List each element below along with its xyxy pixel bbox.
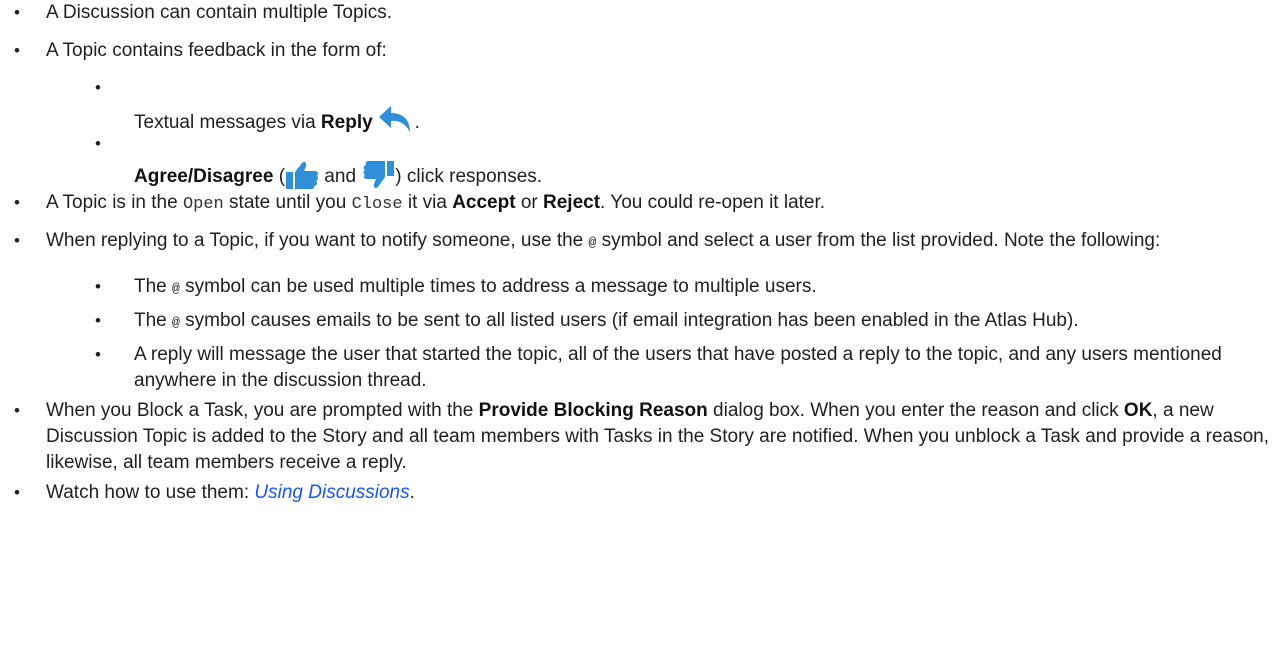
list-item: • A Topic is in the Open state until you… <box>0 190 1285 218</box>
ok-label: OK <box>1123 400 1153 421</box>
sub-item-text: The <box>134 276 173 297</box>
sub-list-item: • The @ symbol can be used multiple time… <box>46 274 1277 302</box>
item-text: dialog box. When you enter the reason an… <box>707 400 1124 421</box>
item-text: symbol and select a user from the list p… <box>596 230 1161 251</box>
close-code: Close <box>351 195 403 214</box>
item-text: A Topic is in the <box>46 192 183 213</box>
agree-label: Agree <box>134 166 188 187</box>
list-item: • Watch how to use them: Using Discussio… <box>0 480 1285 506</box>
sub-list-item: • A reply will message the user that sta… <box>46 342 1277 394</box>
sub-item-text: . <box>414 112 420 133</box>
item-text: or <box>515 192 544 213</box>
sub-list: • Textual messages via Reply. • Agree/Di… <box>46 78 1277 190</box>
bullet: • <box>95 134 101 153</box>
bullet: • <box>95 311 101 330</box>
document-body: • A Discussion can contain multiple Topi… <box>0 0 1285 666</box>
sub-item-content: Agree/Disagree ( and ) click responses. <box>134 160 542 190</box>
sub-item-text: A reply will message the user that start… <box>134 344 1222 391</box>
bullet-list: • A Discussion can contain multiple Topi… <box>0 0 1285 506</box>
sub-item-text: symbol can be used multiple times to add… <box>179 276 817 297</box>
bullet: • <box>95 277 101 296</box>
sub-list-item: • The @ symbol causes emails to be sent … <box>46 308 1277 336</box>
bullet: • <box>14 41 20 60</box>
bullet: • <box>14 401 20 420</box>
item-text: . <box>409 482 415 503</box>
disagree-label: Disagree <box>193 166 274 187</box>
list-item: • When you Block a Task, you are prompte… <box>0 398 1285 476</box>
list-item: • A Topic contains feedback in the form … <box>0 38 1285 190</box>
at-symbol: @ <box>172 281 180 296</box>
open-state-code: Open <box>182 195 224 214</box>
sub-list: • The @ symbol can be used multiple time… <box>46 274 1277 394</box>
sub-item-text: ) click responses. <box>395 166 543 187</box>
list-item: • A Discussion can contain multiple Topi… <box>0 0 1285 26</box>
sub-list-item: • Textual messages via Reply. <box>46 78 1277 134</box>
sub-item-text: Textual messages via <box>134 112 321 133</box>
bullet: • <box>14 193 20 212</box>
item-text: A Discussion can contain multiple Topics… <box>46 2 393 23</box>
item-text: Watch how to use them: <box>46 482 255 503</box>
bullet: • <box>95 78 101 97</box>
item-text: it via <box>402 192 453 213</box>
item-text: When replying to a Topic, if you want to… <box>46 230 589 251</box>
reject-label: Reject <box>543 192 601 213</box>
thumbs-down-icon <box>361 160 395 190</box>
item-text: A Topic contains feedback in the form of… <box>46 40 387 61</box>
bullet: • <box>14 483 20 502</box>
and-text: and <box>319 166 362 187</box>
bullet: • <box>14 231 20 250</box>
item-text: state until you <box>223 192 352 213</box>
sub-item-text: The <box>134 310 173 331</box>
sub-item-content: Textual messages via Reply. <box>134 104 420 136</box>
paren: ( <box>273 166 286 187</box>
item-text: . You could re-open it later. <box>600 192 826 213</box>
accept-label: Accept <box>452 192 516 213</box>
item-text: When you Block a Task, you are prompted … <box>46 400 479 421</box>
sub-item-text: symbol causes emails to be sent to all l… <box>179 310 1079 331</box>
sub-list-item: • Agree/Disagree ( and ) click responses… <box>46 134 1277 190</box>
bullet: • <box>14 3 20 22</box>
list-item: • When replying to a Topic, if you want … <box>0 228 1285 394</box>
reply-label: Reply <box>320 112 373 133</box>
at-symbol: @ <box>172 315 180 330</box>
bullet: • <box>95 345 101 364</box>
reply-arrow-icon <box>377 104 415 136</box>
using-discussions-link[interactable]: Using Discussions <box>254 482 409 503</box>
thumbs-up-icon <box>285 160 319 190</box>
dialog-name: Provide Blocking Reason <box>478 400 708 421</box>
